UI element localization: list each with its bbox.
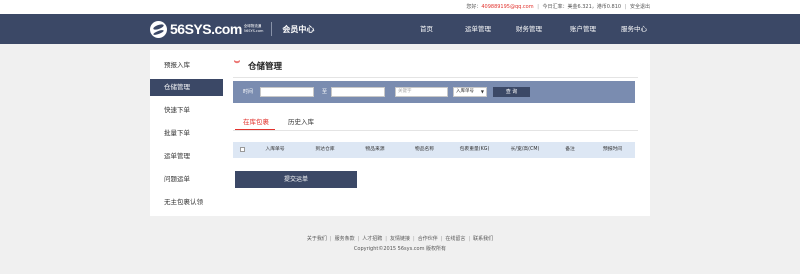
sidebar: 预报入库 仓储管理 快速下单 批量下单 运单管理 问题运单 无主包裹认领 — [150, 50, 223, 216]
copyright-text: Copyright©2015 56sys.com 版权所有 — [353, 246, 447, 252]
main-header: 56SYS.com 全球物流通 56SYS.com 会员中心 首页 运单管理 财… — [0, 14, 800, 44]
sidebar-item-unclaimed[interactable]: 无主包裹认领 — [150, 194, 223, 211]
column-header: 长/宽/高(CM) — [510, 147, 540, 152]
content-card: 预报入库 仓储管理 快速下单 批量下单 运单管理 问题运单 无主包裹认领 ︾ 仓… — [150, 50, 650, 216]
column-header: 入库单号 — [265, 147, 285, 152]
start-date-input[interactable] — [260, 87, 314, 97]
greeting-text: 您好： — [466, 4, 482, 10]
title-divider — [233, 77, 638, 78]
page-title: 仓储管理 — [248, 62, 283, 72]
table-header: 入库单号 到达仓库 物品来源 物品名称 包裹重量(KG) 长/宽/高(CM) 备… — [233, 142, 635, 158]
exchange-rate-text: 今日汇率：美金6.321，港币0.810 — [542, 4, 622, 10]
nav-waybill[interactable]: 运单管理 — [465, 14, 491, 44]
logo-text: 56SYS.com — [170, 21, 242, 37]
sidebar-item-quick-order[interactable]: 快速下单 — [150, 102, 223, 119]
tab-history-inbound[interactable]: 历史入库 — [288, 116, 314, 126]
column-header: 到达仓库 — [315, 147, 335, 152]
logo-subtext-line-2: 56SYS.com — [243, 29, 264, 33]
column-header: 包裹重量(KG) — [459, 147, 490, 152]
separator: | — [413, 236, 415, 242]
member-center-title: 会员中心 — [282, 24, 315, 34]
sidebar-item-batch-order[interactable]: 批量下单 — [150, 125, 223, 142]
tab-in-stock[interactable]: 在库包裹 — [243, 116, 269, 126]
search-type-select[interactable]: 入库单号 ▼ — [453, 87, 487, 97]
sidebar-item-forecast-inbound[interactable]: 预报入库 — [150, 57, 223, 74]
logout-link[interactable]: 安全退出 — [630, 4, 650, 10]
nav-finance[interactable]: 财务管理 — [516, 14, 542, 44]
keyword-input[interactable]: 关键字 — [395, 87, 448, 97]
user-email-link[interactable]: 409889195@qq.com — [481, 4, 533, 10]
separator: | — [329, 236, 332, 242]
footer-link-message[interactable]: 在线留言 — [445, 236, 465, 242]
footer-link-friends[interactable]: 友情链接 — [390, 236, 410, 242]
column-header: 物品来源 — [365, 147, 385, 152]
nav-home[interactable]: 首页 — [420, 14, 433, 44]
chevron-down-icon: ▼ — [480, 89, 484, 94]
sidebar-item-waybill[interactable]: 运单管理 — [150, 148, 223, 165]
search-type-value: 入库单号 — [456, 89, 474, 94]
separator: | — [537, 4, 539, 10]
column-header: 物品名称 — [414, 147, 435, 152]
separator: | — [624, 4, 627, 10]
nav-account[interactable]: 账户管理 — [570, 14, 596, 44]
column-header: 预报时间 — [602, 147, 623, 152]
submit-waybill-button[interactable]: 提交运单 — [235, 171, 357, 188]
double-chevron-down-icon: ︾ — [234, 61, 241, 68]
footer-link-about[interactable]: 关于我们 — [307, 236, 327, 242]
select-all-checkbox[interactable] — [240, 147, 245, 152]
search-bar: 时间 至 关键字 入库单号 ▼ 查 询 — [233, 81, 635, 103]
logo-icon — [150, 20, 167, 38]
footer-link-contact[interactable]: 联系我们 — [473, 236, 493, 242]
site-logo[interactable]: 56SYS.com 全球物流通 56SYS.com 会员中心 — [150, 19, 314, 39]
footer-link-terms[interactable]: 服务条款 — [335, 236, 355, 242]
footer-links: 关于我们 | 服务条款 | 人才招聘 | 友情链接 | 合作伙伴 | 在线留言 | 联系我们 — [0, 235, 800, 242]
main-panel: ︾ 仓储管理 时间 至 关键字 入库单号 ▼ 查 询 在库包裹 历史入库 入库单… — [223, 50, 650, 216]
sidebar-item-warehouse[interactable]: 仓储管理 — [150, 79, 223, 96]
query-button[interactable]: 查 询 — [493, 87, 530, 97]
time-label: 时间 — [243, 89, 254, 95]
separator: | — [468, 236, 471, 242]
sidebar-item-problem-waybill[interactable]: 问题运单 — [150, 171, 223, 188]
separator: | — [385, 236, 387, 242]
footer-link-jobs[interactable]: 人才招聘 — [362, 236, 382, 242]
column-header: 备注 — [565, 147, 575, 152]
tabs-divider — [233, 130, 638, 131]
top-info-bar: 您好：409889195@qq.com | 今日汇率：美金6.321，港币0.8… — [0, 0, 800, 14]
logo-subtext: 全球物流通 56SYS.com — [244, 24, 264, 34]
logo-divider — [271, 22, 273, 36]
footer-link-partners[interactable]: 合作伙伴 — [418, 236, 438, 242]
end-date-input[interactable] — [331, 87, 385, 97]
to-label: 至 — [322, 89, 328, 95]
nav-service[interactable]: 服务中心 — [621, 14, 647, 44]
